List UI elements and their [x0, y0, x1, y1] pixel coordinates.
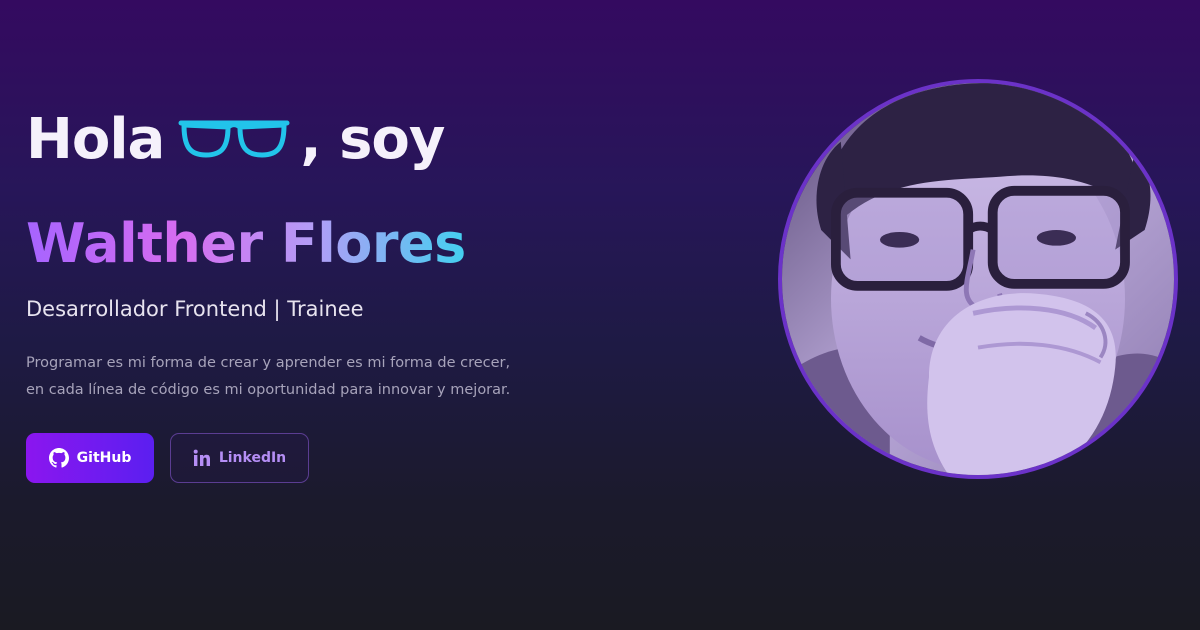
greeting-heading: Hola , soy: [26, 104, 445, 174]
hero-section: Hola , soy Walther Flores Desarrollador …: [0, 0, 1200, 630]
profile-photo-illustration: [782, 83, 1174, 475]
linkedin-button[interactable]: LinkedIn: [170, 433, 309, 483]
profile-photo: [778, 79, 1178, 479]
description-text: Programar es mi forma de crear y aprende…: [26, 355, 511, 398]
greeting-hola: Hola: [26, 106, 165, 172]
github-button[interactable]: GitHub: [26, 433, 154, 483]
glasses-icon: [178, 117, 290, 161]
github-label: GitHub: [76, 450, 132, 466]
linkedin-icon: [193, 449, 211, 467]
role-subtitle: Desarrollador Frontend | Trainee: [26, 297, 364, 321]
greeting-soy: , soy: [300, 106, 445, 172]
linkedin-label: LinkedIn: [218, 450, 287, 466]
name-heading: Walther Flores: [26, 212, 466, 275]
github-icon: [48, 448, 69, 468]
